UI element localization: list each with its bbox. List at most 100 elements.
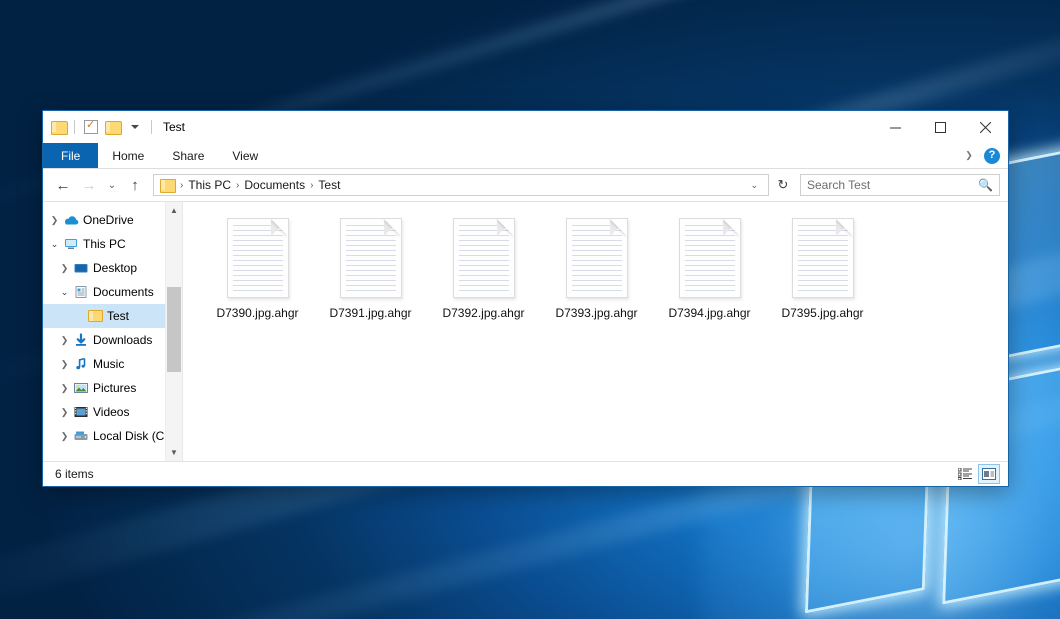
generic-document-icon (227, 218, 289, 298)
refresh-icon[interactable]: ↻ (772, 174, 794, 196)
sidebar-item-label: Downloads (90, 333, 152, 347)
forward-button[interactable]: → (77, 173, 101, 197)
recent-locations-button[interactable]: ⌄ (103, 173, 121, 197)
scroll-track[interactable] (166, 219, 182, 444)
sidebar-item-documents[interactable]: ⌄ Documents (43, 280, 182, 304)
view-toggle-group (954, 464, 1000, 484)
file-item[interactable]: D7393.jpg.ahgr (540, 216, 653, 320)
scroll-down-icon[interactable]: ▼ (166, 444, 183, 461)
chevron-right-icon[interactable]: ❯ (57, 263, 72, 274)
sidebar-item-test[interactable]: Test (43, 304, 182, 328)
tab-home[interactable]: Home (98, 143, 158, 168)
chevron-right-icon[interactable]: ❯ (57, 407, 72, 418)
minimize-button[interactable] (873, 111, 918, 143)
breadcrumb-separator: › (178, 180, 185, 191)
sidebar-item-music[interactable]: ❯ Music (43, 352, 182, 376)
pictures-icon (72, 381, 90, 395)
breadcrumb-item-this-pc[interactable]: This PC (185, 178, 234, 192)
generic-document-icon (566, 218, 628, 298)
chevron-down-icon[interactable]: ❯ (960, 147, 978, 165)
new-folder-icon[interactable] (105, 120, 121, 134)
file-grid: D7390.jpg.ahgr D7391.jpg.ahgr D7392.jpg.ah… (201, 216, 1008, 320)
details-view-button[interactable] (954, 464, 976, 484)
properties-icon[interactable] (82, 118, 100, 136)
chevron-down-icon[interactable]: ⌄ (57, 287, 72, 298)
music-icon (72, 357, 90, 371)
sidebar-item-downloads[interactable]: ❯ Downloads (43, 328, 182, 352)
search-icon[interactable]: 🔍 (978, 178, 993, 192)
back-button[interactable]: ← (51, 173, 75, 197)
file-item[interactable]: D7391.jpg.ahgr (314, 216, 427, 320)
status-bar: 6 items (43, 461, 1008, 486)
file-name-label: D7391.jpg.ahgr (329, 306, 411, 320)
breadcrumb[interactable]: › This PC › Documents › Test ⌄ (153, 174, 769, 196)
previous-locations-icon[interactable]: ⌄ (744, 180, 764, 191)
address-bar: ← → ⌄ ↑ › This PC › Documents › Test ⌄ ↻… (43, 169, 1008, 201)
file-item[interactable]: D7390.jpg.ahgr (201, 216, 314, 320)
sidebar-item-label: Music (90, 357, 124, 371)
navigation-scrollbar[interactable]: ▲ ▼ (165, 202, 182, 461)
generic-document-icon (679, 218, 741, 298)
chevron-right-icon[interactable]: ❯ (57, 335, 72, 346)
up-button[interactable]: ↑ (123, 173, 147, 197)
breadcrumb-folder-icon (160, 179, 175, 192)
sidebar-item-this-pc[interactable]: ⌄ This PC (43, 232, 182, 256)
sidebar-item-label: Videos (90, 405, 129, 419)
title-bar: Test (43, 111, 1008, 143)
search-input[interactable]: Search Test (807, 178, 978, 192)
file-list-pane[interactable]: D7390.jpg.ahgr D7391.jpg.ahgr D7392.jpg.ah… (183, 202, 1008, 461)
maximize-button[interactable] (918, 111, 963, 143)
help-icon[interactable]: ? (984, 148, 1000, 164)
videos-icon (72, 405, 90, 419)
customize-caret-icon[interactable] (126, 118, 144, 136)
scroll-thumb[interactable] (167, 287, 181, 373)
thispc-icon (62, 237, 80, 251)
chevron-right-icon[interactable]: ❯ (47, 215, 62, 226)
chevron-down-icon[interactable]: ⌄ (47, 239, 62, 250)
sidebar-item-label: Pictures (90, 381, 136, 395)
sidebar-item-pictures[interactable]: ❯ Pictures (43, 376, 182, 400)
scroll-up-icon[interactable]: ▲ (166, 202, 183, 219)
desktop-icon (72, 261, 90, 275)
ribbon-tab-bar: File Home Share View ❯ ? (43, 143, 1008, 169)
sidebar-item-local-disk-c[interactable]: ❯ Local Disk (C:) (43, 424, 182, 448)
sidebar-item-desktop[interactable]: ❯Desktop (43, 256, 182, 280)
breadcrumb-separator: › (234, 180, 241, 191)
file-item[interactable]: D7392.jpg.ahgr (427, 216, 540, 320)
chevron-right-icon[interactable]: ❯ (57, 383, 72, 394)
ribbon-right-controls: ❯ ? (960, 143, 1008, 168)
large-icons-view-button[interactable] (978, 464, 1000, 484)
search-box[interactable]: Search Test 🔍 (800, 174, 1000, 196)
sidebar-item-label: Local Disk (C:) (90, 429, 172, 443)
file-item[interactable]: D7394.jpg.ahgr (653, 216, 766, 320)
file-name-label: D7394.jpg.ahgr (668, 306, 750, 320)
chevron-right-icon[interactable]: ❯ (57, 359, 72, 370)
tab-share[interactable]: Share (158, 143, 218, 168)
sidebar-item-onedrive[interactable]: ❯OneDrive (43, 208, 182, 232)
tab-view[interactable]: View (218, 143, 272, 168)
folder-icon[interactable] (51, 120, 67, 134)
divider (151, 120, 152, 134)
generic-document-icon (340, 218, 402, 298)
breadcrumb-item-test[interactable]: Test (315, 178, 343, 192)
quick-access-toolbar: Test (43, 118, 185, 136)
drive-icon (72, 429, 90, 443)
folder-icon (86, 310, 104, 322)
window-controls (873, 111, 1008, 143)
file-name-label: D7393.jpg.ahgr (555, 306, 637, 320)
explorer-body: ❯OneDrive ⌄ This PC ❯Desktop ⌄ Documents Test ❯… (43, 201, 1008, 461)
file-item[interactable]: D7395.jpg.ahgr (766, 216, 879, 320)
generic-document-icon (792, 218, 854, 298)
sidebar-item-label: Documents (90, 285, 154, 299)
sidebar-item-label: This PC (80, 237, 126, 251)
documents-icon (72, 285, 90, 299)
breadcrumb-item-documents[interactable]: Documents (241, 178, 308, 192)
sidebar-item-videos[interactable]: ❯ Videos (43, 400, 182, 424)
sidebar-item-label: Test (104, 309, 129, 323)
chevron-right-icon[interactable]: ❯ (57, 431, 72, 442)
tab-file[interactable]: File (43, 143, 98, 168)
file-explorer-window: Test File Home Share View ❯ ? ← → ⌄ ↑ (42, 110, 1009, 487)
file-name-label: D7392.jpg.ahgr (442, 306, 524, 320)
close-button[interactable] (963, 111, 1008, 143)
navigation-pane: ❯OneDrive ⌄ This PC ❯Desktop ⌄ Documents Test ❯… (43, 202, 183, 461)
